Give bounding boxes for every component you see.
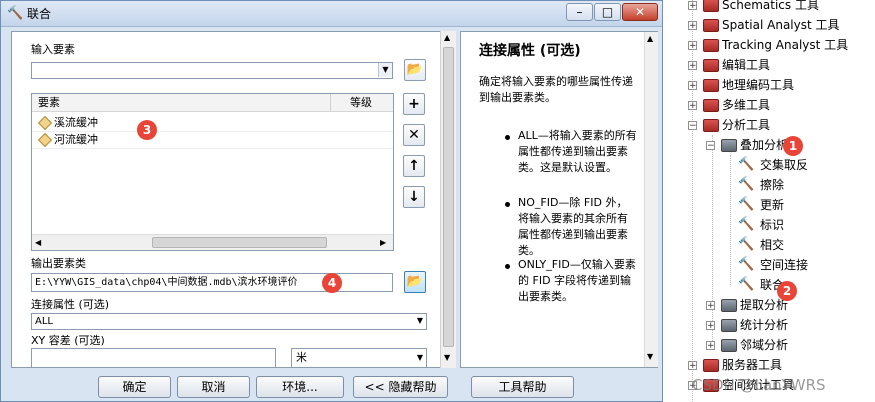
xy-unit-dropdown[interactable]: 米 ▼ — [291, 348, 427, 368]
join-attributes-dropdown[interactable]: ALL ▼ — [31, 313, 427, 330]
browse-output-button[interactable]: 📂 — [404, 271, 426, 293]
ok-button[interactable]: 确定 — [98, 376, 171, 398]
scroll-up-icon[interactable]: ▲ — [647, 34, 653, 43]
collapse-icon[interactable]: − — [706, 141, 715, 151]
annotation-badge: 4 — [322, 273, 342, 293]
dialog-title: 联合 — [27, 7, 52, 21]
column-header-feature[interactable]: 要素 — [38, 96, 60, 110]
chevron-down-icon: ▼ — [416, 316, 423, 325]
union-dialog: 🔨 联合 – □ ✕ 输入要素 ▼ 📂 要素 等级 溪流缓冲 河流缓冲 ◀ ▶ … — [0, 0, 663, 402]
toolbox-icon — [703, 119, 719, 132]
cancel-button[interactable]: 取消 — [177, 376, 250, 398]
folder-icon: 📂 — [406, 62, 424, 77]
chevron-down-icon: ▼ — [378, 63, 392, 77]
bullet-icon — [505, 135, 510, 140]
toolset-icon — [721, 319, 737, 332]
annotation-badge: 1 — [783, 136, 803, 156]
scroll-down-icon[interactable]: ▼ — [647, 352, 653, 361]
hammer-icon: 🔨 — [738, 157, 755, 172]
toolbox-tree: + Schematics 工具 + Spatial Analyst 工具 + T… — [680, 0, 875, 402]
move-up-button[interactable]: ↑ — [403, 155, 425, 177]
toolbox-icon — [703, 59, 719, 72]
help-bullet: ALL—将输入要素的所有属性都传递到输出要素类。这是默认设置。 — [518, 129, 637, 174]
input-features-dropdown[interactable]: ▼ — [31, 62, 393, 79]
polygon-layer-icon — [37, 115, 53, 131]
toolbox-icon — [703, 0, 719, 12]
scroll-left-icon[interactable]: ◀ — [35, 238, 41, 247]
expand-icon[interactable]: + — [688, 61, 697, 71]
toolset-icon — [721, 139, 737, 152]
annotation-badge: 2 — [777, 281, 797, 301]
xy-tolerance-input[interactable] — [31, 348, 276, 368]
horizontal-scrollbar[interactable]: ◀ ▶ — [32, 234, 393, 250]
xy-tolerance-label: XY 容差 (可选) — [31, 334, 105, 347]
column-header-rank[interactable]: 等级 — [350, 96, 372, 110]
minimize-button[interactable]: – — [566, 3, 593, 21]
output-label: 输出要素类 — [31, 257, 86, 270]
folder-icon: 📂 — [406, 274, 424, 289]
help-scrollbar[interactable]: ▲ ▼ — [644, 32, 658, 367]
scroll-thumb[interactable] — [152, 237, 327, 248]
hammer-icon: 🔨 — [738, 237, 755, 252]
tree-guide-line — [712, 135, 713, 345]
scroll-up-icon[interactable]: ▲ — [444, 33, 450, 42]
toolbox-icon — [703, 99, 719, 112]
tool-help-button[interactable]: 工具帮助 — [471, 376, 574, 398]
chevron-down-icon: ▼ — [416, 353, 423, 362]
join-attributes-label: 连接属性 (可选) — [31, 298, 110, 311]
toolbox-icon — [703, 39, 719, 52]
hammer-icon: 🔨 — [7, 6, 24, 21]
list-header: 要素 等级 — [32, 94, 393, 112]
expand-icon[interactable]: + — [706, 301, 715, 311]
bullet-icon — [505, 264, 510, 269]
help-title: 连接属性 (可选) — [479, 43, 581, 59]
hammer-icon: 🔨 — [738, 197, 755, 212]
scroll-down-icon[interactable]: ▼ — [444, 353, 450, 362]
help-pane: 连接属性 (可选) 确定将输入要素的哪些属性传递到输出要素类。 ALL—将输入要… — [460, 31, 658, 368]
environments-button[interactable]: 环境... — [256, 376, 344, 398]
title-bar[interactable]: 🔨 联合 – □ ✕ — [1, 1, 662, 27]
toolbox-icon — [703, 79, 719, 92]
watermark: CSDN @LanYWRS — [692, 376, 826, 394]
maximize-button[interactable]: □ — [594, 3, 621, 21]
tree-guide-line — [730, 155, 731, 285]
list-item[interactable]: 河流缓冲 — [32, 132, 393, 149]
collapse-icon[interactable]: − — [688, 121, 697, 131]
toolset-icon — [721, 339, 737, 352]
toolset-icon — [721, 299, 737, 312]
expand-icon[interactable]: + — [688, 81, 697, 91]
input-features-label: 输入要素 — [31, 43, 75, 56]
expand-icon[interactable]: + — [688, 1, 697, 11]
hammer-icon: 🔨 — [738, 177, 755, 192]
remove-row-button[interactable]: ✕ — [403, 124, 425, 146]
expand-icon[interactable]: + — [688, 361, 697, 371]
expand-icon[interactable]: + — [688, 101, 697, 111]
scroll-thumb[interactable] — [443, 47, 454, 347]
expand-icon[interactable]: + — [706, 341, 715, 351]
input-features-list[interactable]: 要素 等级 溪流缓冲 河流缓冲 ◀ ▶ — [31, 93, 394, 251]
bullet-icon — [505, 202, 510, 207]
hammer-icon: 🔨 — [738, 277, 755, 292]
add-row-button[interactable]: + — [403, 93, 425, 115]
help-bullet: ONLY_FID—仅输入要素的 FID 字段将传递到输出要素类。 — [518, 258, 636, 303]
toolbox-icon — [703, 19, 719, 32]
polygon-layer-icon — [37, 132, 53, 148]
help-bullet: NO_FID—除 FID 外，将输入要素的其余所有属性都传递到输出要素类。 — [518, 196, 628, 257]
browse-input-button[interactable]: 📂 — [404, 59, 426, 81]
hide-help-button[interactable]: << 隐藏帮助 — [353, 376, 448, 398]
list-item[interactable]: 溪流缓冲 — [32, 115, 393, 132]
expand-icon[interactable]: + — [706, 321, 715, 331]
move-down-button[interactable]: ↓ — [403, 186, 425, 208]
column-divider — [330, 94, 331, 112]
parameters-scrollbar[interactable]: ▲ ▼ — [440, 31, 456, 368]
scroll-right-icon[interactable]: ▶ — [380, 238, 386, 247]
expand-icon[interactable]: + — [688, 41, 697, 51]
hammer-icon: 🔨 — [738, 217, 755, 232]
expand-icon[interactable]: + — [688, 21, 697, 31]
help-intro: 确定将输入要素的哪些属性传递到输出要素类。 — [479, 75, 633, 104]
annotation-badge: 3 — [137, 120, 157, 140]
hammer-icon: 🔨 — [738, 257, 755, 272]
close-button[interactable]: ✕ — [622, 3, 658, 21]
toolbox-icon — [703, 359, 719, 372]
